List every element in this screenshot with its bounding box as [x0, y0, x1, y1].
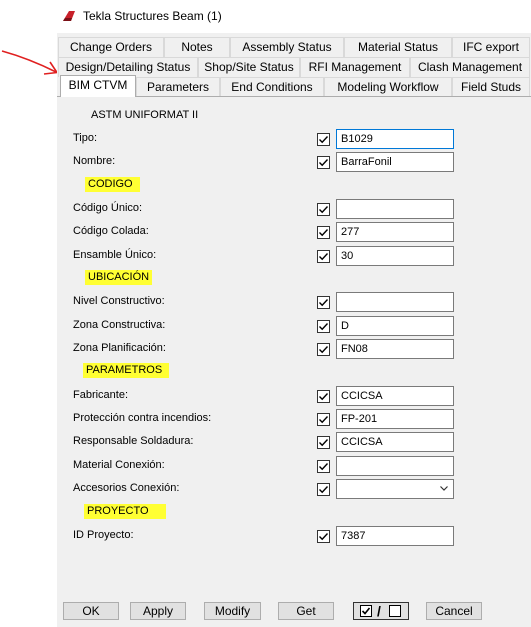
tab-notes[interactable]: Notes: [164, 37, 230, 57]
tab-change-orders[interactable]: Change Orders: [58, 37, 164, 57]
window-title: Tekla Structures Beam (1): [83, 9, 222, 23]
ok-button[interactable]: OK: [63, 602, 119, 620]
checkbox-zona-constructiva[interactable]: [317, 320, 330, 333]
checked-box-icon: [360, 605, 372, 617]
title-bar: Tekla Structures Beam (1): [0, 0, 531, 33]
section-header-ubicacion: UBICACIÓN: [85, 270, 152, 285]
field-label-proteccion-incendios: Protección contra incendios:: [73, 412, 212, 424]
field-label-codigo-colada: Código Colada:: [73, 225, 149, 237]
checkbox-ensamble-unico[interactable]: [317, 250, 330, 263]
codigo-colada-field[interactable]: [336, 222, 454, 242]
tab-ifc-export[interactable]: IFC export: [452, 37, 530, 57]
field-label-material-conexion: Material Conexión:: [73, 459, 165, 471]
modify-button[interactable]: Modify: [204, 602, 261, 620]
field-label-accesorios-conexion: Accesorios Conexión:: [73, 482, 180, 494]
checkbox-nombre[interactable]: [317, 156, 330, 169]
tab-clash-management[interactable]: Clash Management: [410, 57, 530, 77]
tab-material-status[interactable]: Material Status: [344, 37, 452, 57]
responsable-soldadura-field[interactable]: [336, 432, 454, 452]
field-label-nivel-constructivo: Nivel Constructivo:: [73, 295, 165, 307]
field-label-zona-planificacion: Zona Planificación:: [73, 342, 166, 354]
material-conexion-field[interactable]: [336, 456, 454, 476]
checkbox-responsable-soldadura[interactable]: [317, 436, 330, 449]
ensamble-unico-field[interactable]: [336, 246, 454, 266]
annotation-arrow-icon: [1, 50, 59, 75]
fabricante-field[interactable]: [336, 386, 454, 406]
cancel-button[interactable]: Cancel: [426, 602, 482, 620]
checkbox-accesorios-conexion[interactable]: [317, 483, 330, 496]
checkbox-nivel-constructivo[interactable]: [317, 296, 330, 309]
slash-icon: /: [377, 603, 381, 619]
tab-rfi-management[interactable]: RFI Management: [300, 57, 410, 77]
tab-bim-ctvm[interactable]: BIM CTVM: [60, 75, 136, 97]
field-label-tipo: Tipo:: [73, 132, 98, 144]
tab-field-studs[interactable]: Field Studs: [452, 77, 530, 97]
select-all-toggle-button[interactable]: /: [353, 602, 409, 620]
accesorios-conexion-dropdown[interactable]: [336, 479, 454, 499]
checkbox-material-conexion[interactable]: [317, 460, 330, 473]
zona-planificacion-field[interactable]: [336, 339, 454, 359]
field-label-responsable-soldadura: Responsable Soldadura:: [73, 435, 194, 447]
proteccion-incendios-field[interactable]: [336, 409, 454, 429]
tab-parameters[interactable]: Parameters: [136, 77, 220, 97]
checkbox-codigo-unico[interactable]: [317, 203, 330, 216]
section-caption: ASTM UNIFORMAT II: [91, 109, 199, 121]
unchecked-box-icon: [389, 605, 401, 617]
field-label-ensamble-unico: Ensamble Único:: [73, 249, 157, 261]
apply-button[interactable]: Apply: [130, 602, 186, 620]
codigo-unico-field[interactable]: [336, 199, 454, 219]
checkbox-zona-planificacion[interactable]: [317, 343, 330, 356]
tab-assembly-status[interactable]: Assembly Status: [230, 37, 344, 57]
nivel-constructivo-field[interactable]: [336, 292, 454, 312]
checkbox-id-proyecto[interactable]: [317, 530, 330, 543]
section-header-parametros: PARAMETROS: [83, 363, 169, 378]
section-header-codigo: CODIGO: [85, 177, 140, 192]
checkbox-codigo-colada[interactable]: [317, 226, 330, 239]
checkbox-fabricante[interactable]: [317, 390, 330, 403]
field-label-zona-constructiva: Zona Constructiva:: [73, 319, 166, 331]
checkbox-proteccion-incendios[interactable]: [317, 413, 330, 426]
tipo-field[interactable]: [336, 129, 454, 149]
tab-modeling-workflow[interactable]: Modeling Workflow: [324, 77, 452, 97]
checkbox-tipo[interactable]: [317, 133, 330, 146]
section-header-proyecto: PROYECTO: [84, 504, 166, 519]
field-label-fabricante: Fabricante:: [73, 389, 129, 401]
field-label-id-proyecto: ID Proyecto:: [73, 529, 134, 541]
nombre-field[interactable]: [336, 152, 454, 172]
tab-design-detailing-status[interactable]: Design/Detailing Status: [58, 57, 198, 77]
tab-end-conditions[interactable]: End Conditions: [220, 77, 324, 97]
tab-shop-site-status[interactable]: Shop/Site Status: [198, 57, 300, 77]
id-proyecto-field[interactable]: [336, 526, 454, 546]
get-button[interactable]: Get: [278, 602, 334, 620]
tekla-app-icon: [63, 11, 75, 21]
field-label-nombre: Nombre:: [73, 155, 116, 167]
zona-constructiva-field[interactable]: [336, 316, 454, 336]
field-label-codigo-unico: Código Único:: [73, 202, 143, 214]
chevron-down-icon: [440, 486, 448, 491]
